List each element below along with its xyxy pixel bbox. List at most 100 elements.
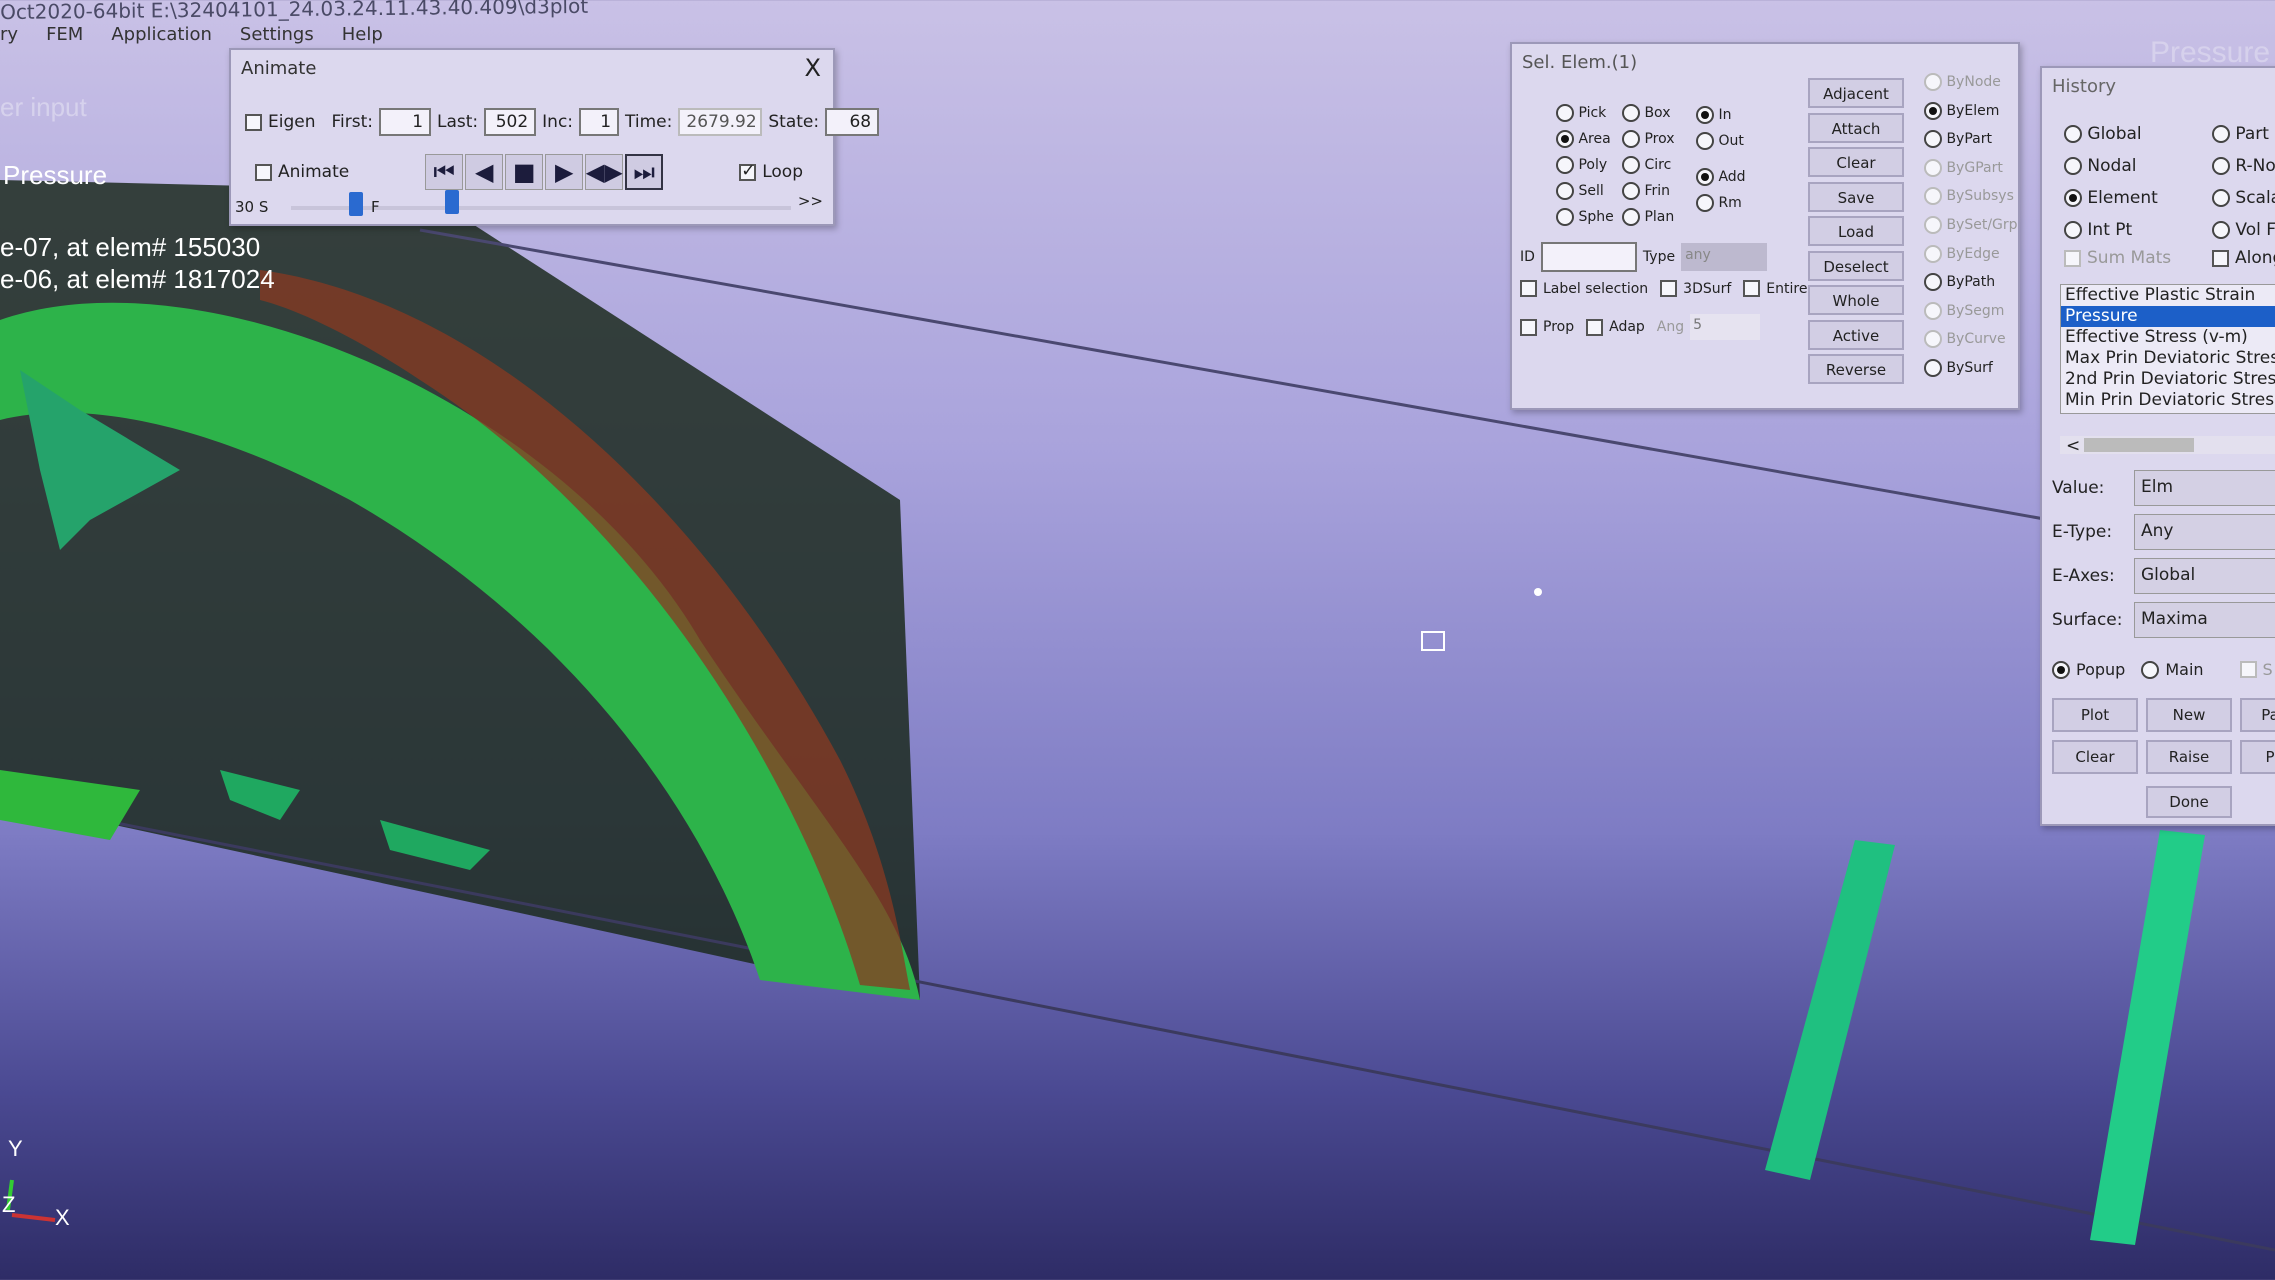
- history-variable-list[interactable]: Effective Plastic Strain Pressure Effectiv…: [2060, 284, 2275, 414]
- list-item[interactable]: Effective Stress (v-m): [2061, 327, 2275, 348]
- radio-icon[interactable]: [1924, 130, 1942, 149]
- history-type-nodal[interactable]: Nodal: [2064, 150, 2158, 182]
- step-back-button[interactable]: ◀: [465, 154, 504, 190]
- bysubsys-radio[interactable]: BySubsys: [1924, 182, 2018, 211]
- first-frame-button[interactable]: ⏮: [425, 154, 464, 190]
- list-item[interactable]: 2nd Prin Deviatoric Stress: [2061, 369, 2275, 390]
- bounce-button[interactable]: ◀▶: [585, 154, 624, 190]
- byset-grp-radio[interactable]: BySet/Grp: [1924, 211, 2018, 240]
- radio-icon[interactable]: [2064, 221, 2082, 239]
- bysurf-radio[interactable]: BySurf: [1924, 354, 2018, 383]
- out-radio[interactable]: [1696, 132, 1714, 150]
- save-button[interactable]: Save: [1808, 181, 1904, 212]
- radio-icon[interactable]: [2064, 125, 2082, 143]
- entire-checkbox[interactable]: [1743, 280, 1761, 297]
- raise-button[interactable]: Raise: [2146, 740, 2232, 774]
- menu-fem[interactable]: FEM: [46, 24, 83, 46]
- radio-icon[interactable]: [1556, 208, 1574, 226]
- 3dsurf-checkbox[interactable]: [1660, 280, 1678, 297]
- list-item[interactable]: Effective Plastic Strain: [2061, 285, 2275, 306]
- speed-slider-handle[interactable]: [349, 192, 363, 216]
- along-checkbox[interactable]: [2212, 249, 2229, 267]
- radio-icon[interactable]: [1622, 208, 1640, 226]
- radio-icon[interactable]: [1924, 215, 1942, 234]
- first-input[interactable]: 1: [379, 108, 432, 136]
- active-button[interactable]: Active: [1808, 319, 1904, 350]
- radio-icon[interactable]: [1924, 301, 1942, 320]
- radio-icon[interactable]: [1622, 130, 1640, 148]
- history-type-global[interactable]: Global: [2064, 118, 2158, 150]
- mode-plan[interactable]: Plan: [1622, 208, 1674, 226]
- history-type-part[interactable]: Part: [2212, 118, 2275, 150]
- radio-icon[interactable]: [2212, 221, 2230, 239]
- popup-radio[interactable]: [2052, 660, 2070, 679]
- id-input[interactable]: [1540, 242, 1637, 272]
- radio-icon[interactable]: [2212, 189, 2230, 207]
- radio-icon[interactable]: [1622, 182, 1640, 200]
- mode-prox[interactable]: Prox: [1622, 130, 1675, 148]
- mode-sphe[interactable]: Sphe: [1556, 208, 1614, 226]
- stop-button[interactable]: ■: [505, 154, 544, 190]
- mode-frin[interactable]: Frin: [1622, 182, 1670, 200]
- bypath-radio[interactable]: ByPath: [1924, 268, 2018, 297]
- menu-settings[interactable]: Settings: [240, 24, 314, 46]
- byelem-radio[interactable]: ByElem: [1924, 97, 2018, 126]
- done-button[interactable]: Done: [2146, 786, 2232, 818]
- radio-icon[interactable]: [1924, 101, 1942, 120]
- scroll-thumb[interactable]: [2084, 438, 2194, 452]
- attach-button[interactable]: Attach: [1808, 112, 1904, 143]
- new-button[interactable]: New: [2146, 698, 2232, 732]
- radio-icon[interactable]: [1924, 358, 1942, 377]
- etype-select[interactable]: Any: [2134, 514, 2275, 550]
- s-checkbox[interactable]: [2239, 661, 2257, 678]
- adjacent-button[interactable]: Adjacent: [1808, 78, 1904, 108]
- clear-button[interactable]: Clear: [2052, 740, 2138, 774]
- mode-pick[interactable]: Pick: [1556, 104, 1606, 122]
- close-button[interactable]: X: [805, 54, 821, 82]
- list-item[interactable]: Pressure: [2061, 306, 2275, 327]
- radio-icon[interactable]: [1924, 158, 1942, 177]
- state-input[interactable]: 68: [825, 108, 880, 136]
- history-type-scala[interactable]: Scala: [2212, 182, 2275, 214]
- ang-select[interactable]: 5: [1690, 314, 1761, 340]
- bynode-radio[interactable]: ByNode: [1924, 68, 2018, 97]
- menu-application[interactable]: Application: [111, 24, 212, 46]
- history-type-r-no[interactable]: R-No: [2212, 150, 2275, 182]
- list-scrollbar[interactable]: <: [2060, 436, 2275, 456]
- eaxes-select[interactable]: Global: [2134, 558, 2275, 594]
- radio-icon[interactable]: [1924, 330, 1942, 349]
- list-item[interactable]: Max Prin Deviatoric Stress: [2061, 348, 2275, 369]
- add-radio[interactable]: [1696, 168, 1714, 186]
- bypart-radio[interactable]: ByPart: [1924, 125, 2018, 154]
- reverse-button[interactable]: Reverse: [1808, 354, 1904, 384]
- radio-icon[interactable]: [1924, 187, 1942, 206]
- radio-icon[interactable]: [1924, 73, 1942, 91]
- pa-button[interactable]: Pa: [2240, 698, 2275, 732]
- type-select[interactable]: any: [1681, 243, 1768, 271]
- bycurve-radio[interactable]: ByCurve: [1924, 325, 2018, 354]
- bygpart-radio[interactable]: ByGPart: [1924, 154, 2018, 183]
- radio-icon[interactable]: [2212, 125, 2230, 143]
- load-button[interactable]: Load: [1808, 216, 1904, 246]
- mode-box[interactable]: Box: [1622, 104, 1670, 122]
- value-select[interactable]: Elm: [2134, 470, 2275, 506]
- menu-help[interactable]: Help: [342, 24, 383, 46]
- animate-checkbox[interactable]: [255, 163, 272, 181]
- inc-input[interactable]: 1: [579, 108, 620, 136]
- whole-button[interactable]: Whole: [1808, 285, 1904, 315]
- history-type-element[interactable]: Element: [2064, 182, 2158, 214]
- radio-icon[interactable]: [1924, 244, 1942, 263]
- label-selection-checkbox[interactable]: [1520, 280, 1537, 297]
- last-frame-button[interactable]: ⏭: [625, 154, 664, 190]
- eigen-checkbox[interactable]: [245, 113, 262, 131]
- deselect-button[interactable]: Deselect: [1808, 250, 1904, 281]
- mode-circ[interactable]: Circ: [1622, 156, 1671, 174]
- radio-icon[interactable]: [2064, 157, 2082, 175]
- last-input[interactable]: 502: [484, 108, 537, 136]
- clear-button[interactable]: Clear: [1808, 147, 1904, 177]
- scroll-left-arrow[interactable]: <: [2060, 436, 2080, 456]
- history-type-vol-f[interactable]: Vol F: [2212, 214, 2275, 246]
- radio-icon[interactable]: [1556, 104, 1574, 122]
- radio-icon[interactable]: [1556, 130, 1574, 148]
- list-item[interactable]: Tresca (max shear stress): [2061, 411, 2275, 413]
